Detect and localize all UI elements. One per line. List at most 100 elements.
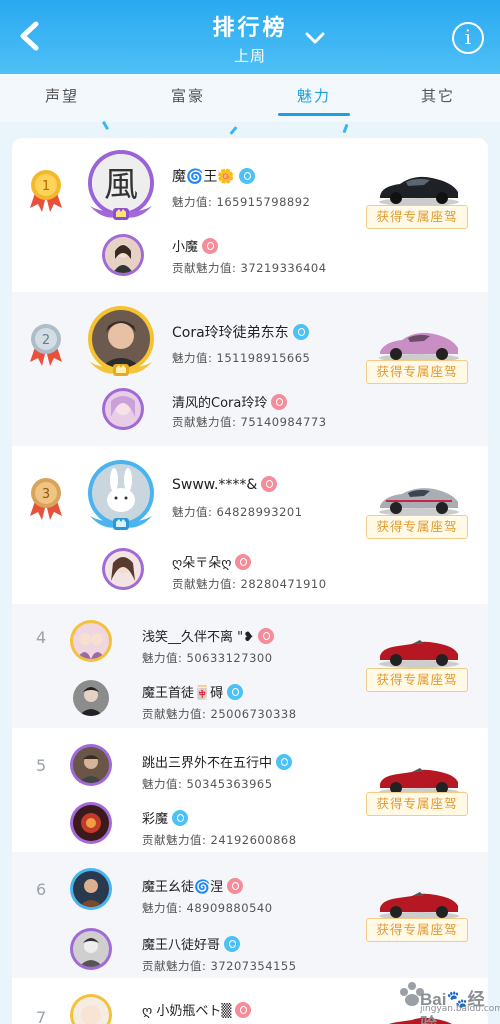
- get-exclusive-car-button[interactable]: 获得专属座驾: [366, 360, 468, 384]
- confetti-piece: [229, 126, 238, 135]
- contributor-name: 魔王八徒好哥: [142, 934, 241, 953]
- top-bar: 排行榜 上周 i: [0, 0, 500, 74]
- rank-number: 6: [36, 880, 47, 899]
- male-badge-icon: [235, 554, 252, 570]
- charm-value: 魅力值: 165915798892: [172, 195, 311, 209]
- contribution-value: 贡献魅力值: 75140984773: [172, 415, 327, 429]
- user-name-text: 跳出三界外不在五行中: [142, 756, 273, 771]
- contribution-value: 贡献魅力值: 37207354155: [142, 959, 297, 973]
- ranking-entry[interactable]: 1 風 魔🌀王🌼 魅力值: 165915798892 小魔 贡献魅力值: 372…: [12, 138, 488, 292]
- user-name: ღ 小奶瓶ベト▒: [142, 1000, 252, 1019]
- contributor-name-text: 清风的Cora玲玲: [172, 396, 268, 411]
- male-badge-icon: [202, 238, 219, 254]
- male-badge-icon: [271, 394, 288, 410]
- charm-value: 魅力值: 48909880540: [142, 901, 273, 915]
- contribution-value: 贡献魅力值: 25006730338: [142, 707, 297, 721]
- gold-wings-crown-icon: [90, 362, 152, 376]
- contributor-name: ღ朵〒朵ღ: [172, 552, 252, 571]
- tab-reputation[interactable]: 声望: [12, 74, 112, 122]
- charm-value: 魅力值: 64828993201: [172, 505, 303, 519]
- get-exclusive-car-button[interactable]: 获得专属座驾: [366, 205, 468, 229]
- contributor-name-text: ღ朵〒朵ღ: [172, 556, 232, 571]
- get-exclusive-car-button[interactable]: 获得专属座驾: [366, 918, 468, 942]
- black-sports-car-icon: [379, 176, 459, 206]
- title-block: 排行榜 上周: [0, 10, 500, 66]
- tab-other[interactable]: 其它: [388, 74, 488, 122]
- chevron-down-icon[interactable]: [302, 28, 328, 48]
- contributor-name-text: 魔王首徒🀄碍: [142, 686, 224, 701]
- avatar[interactable]: [73, 747, 109, 783]
- female-badge-icon: [292, 324, 309, 340]
- get-exclusive-car-button[interactable]: 获得专属座驾: [366, 792, 468, 816]
- blue-wings-crown-icon: [90, 516, 152, 530]
- ranking-entry[interactable]: 4 浅笑__久伴不离 "❥ 魅力值: 50633127300 魔王首徒🀄碍 贡献…: [12, 604, 488, 728]
- ranking-list: 1 風 魔🌀王🌼 魅力值: 165915798892 小魔 贡献魅力值: 372…: [12, 138, 488, 1024]
- charm-value: 魅力值: 50633127300: [142, 651, 273, 665]
- female-badge-icon: [224, 936, 241, 952]
- contribution-value: 贡献魅力值: 28280471910: [172, 577, 327, 591]
- confetti-piece: [101, 120, 110, 131]
- male-badge-icon: [227, 878, 244, 894]
- avatar[interactable]: [105, 391, 141, 427]
- user-name-text: 浅笑__久伴不离 "❥: [142, 630, 255, 645]
- user-name-text: Swww.****&: [172, 477, 258, 493]
- contributor-name: 彩魔: [142, 808, 189, 827]
- watermark-url: jingyan.baidu.com: [420, 1004, 500, 1014]
- contribution-value: 贡献魅力值: 24192600868: [142, 833, 297, 847]
- user-name: 浅笑__久伴不离 "❥: [142, 626, 275, 645]
- contributor-name: 魔王首徒🀄碍: [142, 682, 244, 701]
- get-exclusive-car-button[interactable]: 获得专属座驾: [366, 515, 468, 539]
- user-name-text: ღ 小奶瓶ベト▒: [142, 1004, 232, 1019]
- avatar[interactable]: [105, 551, 141, 587]
- female-badge-icon: [172, 810, 189, 826]
- period-selector-label[interactable]: 上周: [0, 45, 500, 66]
- tab-rich[interactable]: 富豪: [138, 74, 238, 122]
- user-name-text: 魔🌀王🌼: [172, 169, 235, 185]
- info-button[interactable]: i: [452, 22, 484, 54]
- silver-medal-icon: 2: [30, 324, 62, 366]
- page-title: 排行榜: [212, 16, 288, 41]
- contributor-name-text: 彩魔: [142, 812, 169, 827]
- contributor-name: 小魔: [172, 236, 219, 255]
- contributor-name-text: 小魔: [172, 240, 199, 255]
- contributor-name-text: 魔王八徒好哥: [142, 938, 221, 953]
- rank-number: 5: [36, 756, 47, 775]
- avatar[interactable]: [73, 680, 109, 716]
- contribution-value: 贡献魅力值: 37219336404: [172, 261, 327, 275]
- female-badge-icon: [227, 684, 244, 700]
- charm-value: 魅力值: 151198915665: [172, 351, 311, 365]
- red-convertible-icon: [379, 640, 459, 668]
- user-name: 跳出三界外不在五行中: [142, 752, 293, 771]
- user-name-text: 魔王幺徒🌀涅: [142, 880, 224, 895]
- avatar[interactable]: [73, 871, 109, 907]
- charm-value: 魅力值: 50345363965: [142, 777, 273, 791]
- user-name: Swww.****&: [172, 476, 278, 493]
- male-badge-icon: [258, 628, 275, 644]
- male-badge-icon: [261, 476, 278, 492]
- rank-number: 7: [36, 1008, 47, 1024]
- confetti-piece: [342, 123, 349, 134]
- red-convertible-icon: [379, 892, 459, 920]
- svg-text:1: 1: [42, 179, 50, 194]
- male-badge-icon: [235, 1002, 252, 1018]
- bronze-medal-icon: 3: [30, 478, 62, 520]
- ranking-entry[interactable]: 3 Swww.****& 魅力值: 64828993201 ღ朵〒朵ღ 贡献魅力…: [12, 446, 488, 604]
- user-name-text: Cora玲玲徒弟东东: [172, 325, 289, 341]
- ranking-entry[interactable]: 5 跳出三界外不在五行中 魅力值: 50345363965 彩魔 贡献魅力值: …: [12, 728, 488, 852]
- silver-sports-car-icon: [379, 488, 459, 516]
- female-badge-icon: [276, 754, 293, 770]
- gold-medal-icon: 1: [30, 170, 62, 212]
- get-exclusive-car-button[interactable]: 获得专属座驾: [366, 668, 468, 692]
- contributor-name: 清风的Cora玲玲: [172, 392, 288, 411]
- category-tabs: 声望 富豪 魅力 其它: [0, 74, 500, 122]
- avatar[interactable]: [73, 805, 109, 841]
- avatar[interactable]: [73, 931, 109, 967]
- user-name: 魔🌀王🌼: [172, 166, 255, 186]
- ranking-entry[interactable]: 6 魔王幺徒🌀涅 魅力值: 48909880540 魔王八徒好哥 贡献魅力值: …: [12, 852, 488, 978]
- avatar[interactable]: [105, 237, 141, 273]
- ranking-entry[interactable]: 2 Cora玲玲徒弟东东 魅力值: 151198915665 清风的Cora玲玲…: [12, 292, 488, 446]
- pink-sports-car-icon: [379, 332, 459, 362]
- svg-text:2: 2: [42, 333, 50, 348]
- avatar[interactable]: [73, 623, 109, 659]
- tab-charm[interactable]: 魅力: [264, 74, 364, 122]
